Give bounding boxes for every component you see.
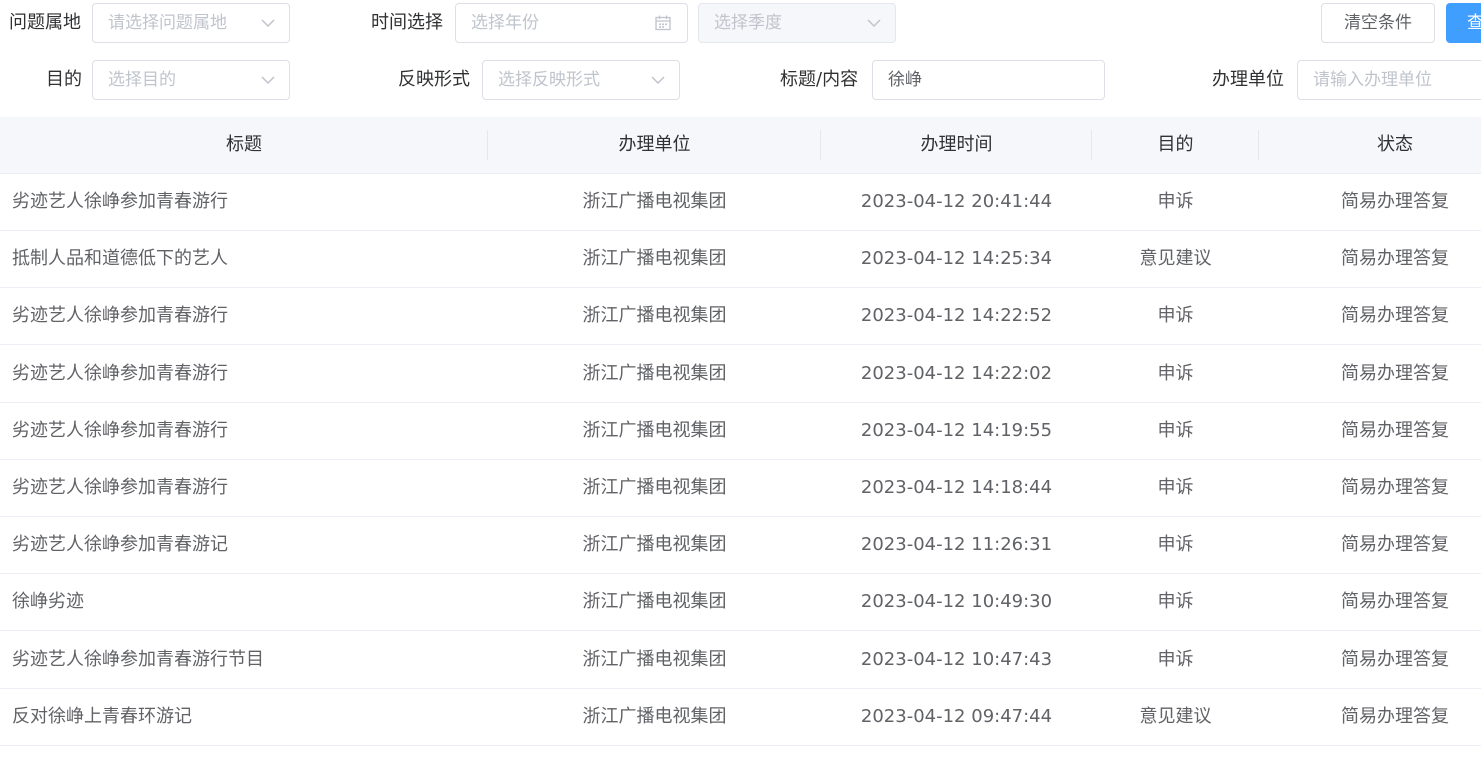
row-status: 简易办理答复 <box>1341 248 1449 269</box>
row-purpose: 申诉 <box>1157 363 1194 384</box>
row-status: 简易办理答复 <box>1341 305 1449 326</box>
row-purpose: 申诉 <box>1157 534 1194 555</box>
chevron-down-icon <box>261 4 275 42</box>
year-picker[interactable]: 选择年份 <box>455 3 688 43</box>
row-time: 2023-04-12 14:22:02 <box>860 363 1053 384</box>
region-label: 问题属地 <box>9 12 81 33</box>
region-select-placeholder: 请选择问题属地 <box>108 13 227 33</box>
table-header: 标题 办理单位 办理时间 目的 状态 <box>0 117 1481 174</box>
row-status: 简易办理答复 <box>1341 363 1449 384</box>
row-unit: 浙江广播电视集团 <box>582 534 727 555</box>
row-title: 反对徐峥上青春环游记 <box>12 706 192 727</box>
column-header-unit: 办理单位 <box>618 134 691 155</box>
row-purpose: 意见建议 <box>1139 248 1212 269</box>
table-row[interactable]: 劣迹艺人徐峥参加青春游行节目 浙江广播电视集团 2023-04-12 10:47:4… <box>0 632 1481 689</box>
form-select-placeholder: 选择反映形式 <box>498 70 600 90</box>
row-title: 劣迹艺人徐峥参加青春游记 <box>12 534 228 555</box>
table-row[interactable]: 劣迹艺人徐峥参加青春游行 浙江广播电视集团 2023-04-12 14:18:44 申… <box>0 460 1481 517</box>
row-unit: 浙江广播电视集团 <box>582 591 727 612</box>
row-purpose: 申诉 <box>1157 649 1194 670</box>
row-purpose: 意见建议 <box>1139 706 1212 727</box>
table-row[interactable]: 劣迹艺人徐峥参加青春游行 浙江广播电视集团 2023-04-12 14:22:52 申… <box>0 288 1481 345</box>
calendar-icon <box>655 4 671 42</box>
row-title: 抵制人品和道德低下的艺人 <box>12 248 228 269</box>
row-unit: 浙江广播电视集团 <box>582 305 727 326</box>
keyword-label: 标题/内容 <box>780 69 859 90</box>
quarter-select[interactable]: 选择季度 <box>698 3 896 43</box>
search-button[interactable]: 查 <box>1446 3 1481 43</box>
unit-label: 办理单位 <box>1212 69 1284 90</box>
row-unit: 浙江广播电视集团 <box>582 420 727 441</box>
column-header-status: 状态 <box>1377 134 1413 155</box>
table-row[interactable]: 劣迹艺人徐峥参加青春游记 浙江广播电视集团 2023-04-12 11:26:31 申… <box>0 517 1481 574</box>
row-time: 2023-04-12 09:47:44 <box>860 706 1053 727</box>
form-label: 反映形式 <box>398 69 470 90</box>
keyword-input[interactable]: 徐峥 <box>872 60 1105 100</box>
column-header-purpose: 目的 <box>1157 134 1194 155</box>
row-status: 简易办理答复 <box>1341 191 1449 212</box>
clear-conditions-button[interactable]: 清空条件 <box>1321 3 1435 43</box>
row-time: 2023-04-12 14:25:34 <box>860 248 1053 269</box>
unit-input[interactable]: 请输入办理单位 <box>1297 60 1481 100</box>
row-unit: 浙江广播电视集团 <box>582 191 727 212</box>
row-purpose: 申诉 <box>1157 305 1194 326</box>
row-purpose: 申诉 <box>1157 191 1194 212</box>
row-unit: 浙江广播电视集团 <box>582 363 727 384</box>
quarter-select-placeholder: 选择季度 <box>714 13 782 33</box>
table-row[interactable]: 劣迹艺人徐峥参加青春游行 浙江广播电视集团 2023-04-12 14:19:55 申… <box>0 403 1481 460</box>
purpose-select-placeholder: 选择目的 <box>108 70 176 90</box>
region-select[interactable]: 请选择问题属地 <box>92 3 290 43</box>
row-time: 2023-04-12 14:22:52 <box>860 305 1053 326</box>
table-row[interactable]: 劣迹艺人徐峥参加青春游行 浙江广播电视集团 2023-04-12 14:22:02 申… <box>0 346 1481 403</box>
row-unit: 浙江广播电视集团 <box>582 649 727 670</box>
chevron-down-icon <box>651 61 665 99</box>
column-header-title: 标题 <box>226 134 262 155</box>
row-status: 简易办理答复 <box>1341 591 1449 612</box>
row-title: 劣迹艺人徐峥参加青春游行 <box>12 420 228 441</box>
year-picker-placeholder: 选择年份 <box>471 13 539 33</box>
table-row[interactable]: 反对徐峥上青春环游记 浙江广播电视集团 2023-04-12 09:47:44 意见建… <box>0 689 1481 746</box>
row-status: 简易办理答复 <box>1341 420 1449 441</box>
chevron-down-icon <box>867 4 881 42</box>
table-row[interactable]: 抵制人品和道德低下的艺人 浙江广播电视集团 2023-04-12 14:25:34 意… <box>0 231 1481 288</box>
row-title: 劣迹艺人徐峥参加青春游行 <box>12 191 228 212</box>
row-title: 劣迹艺人徐峥参加青春游行 <box>12 305 228 326</box>
row-status: 简易办理答复 <box>1341 706 1449 727</box>
table-row[interactable]: 劣迹艺人徐峥参加青春游行 浙江广播电视集团 2023-04-12 20:41:44 申… <box>0 174 1481 231</box>
row-title: 徐峥劣迹 <box>12 591 84 612</box>
row-time: 2023-04-12 10:47:43 <box>860 649 1053 670</box>
row-time: 2023-04-12 20:41:44 <box>860 191 1053 212</box>
row-status: 简易办理答复 <box>1341 477 1449 498</box>
row-status: 简易办理答复 <box>1341 534 1449 555</box>
purpose-select[interactable]: 选择目的 <box>92 60 290 100</box>
column-header-time: 办理时间 <box>920 134 993 155</box>
row-title: 劣迹艺人徐峥参加青春游行 <box>12 477 228 498</box>
form-select[interactable]: 选择反映形式 <box>482 60 680 100</box>
row-purpose: 申诉 <box>1157 477 1194 498</box>
chevron-down-icon <box>261 61 275 99</box>
row-time: 2023-04-12 14:19:55 <box>860 420 1053 441</box>
row-time: 2023-04-12 14:18:44 <box>860 477 1053 498</box>
row-status: 简易办理答复 <box>1341 649 1449 670</box>
row-unit: 浙江广播电视集团 <box>582 477 727 498</box>
row-time: 2023-04-12 10:49:30 <box>860 591 1053 612</box>
table-row[interactable]: 徐峥劣迹 浙江广播电视集团 2023-04-12 10:49:30 申诉 简易办理答复 <box>0 574 1481 631</box>
row-purpose: 申诉 <box>1157 420 1194 441</box>
purpose-label: 目的 <box>46 69 82 90</box>
row-unit: 浙江广播电视集团 <box>582 248 727 269</box>
row-title: 劣迹艺人徐峥参加青春游行 <box>12 363 228 384</box>
row-time: 2023-04-12 11:26:31 <box>860 534 1053 555</box>
time-label: 时间选择 <box>371 12 443 33</box>
row-unit: 浙江广播电视集团 <box>582 706 727 727</box>
row-purpose: 申诉 <box>1157 591 1194 612</box>
row-title: 劣迹艺人徐峥参加青春游行节目 <box>12 649 264 670</box>
